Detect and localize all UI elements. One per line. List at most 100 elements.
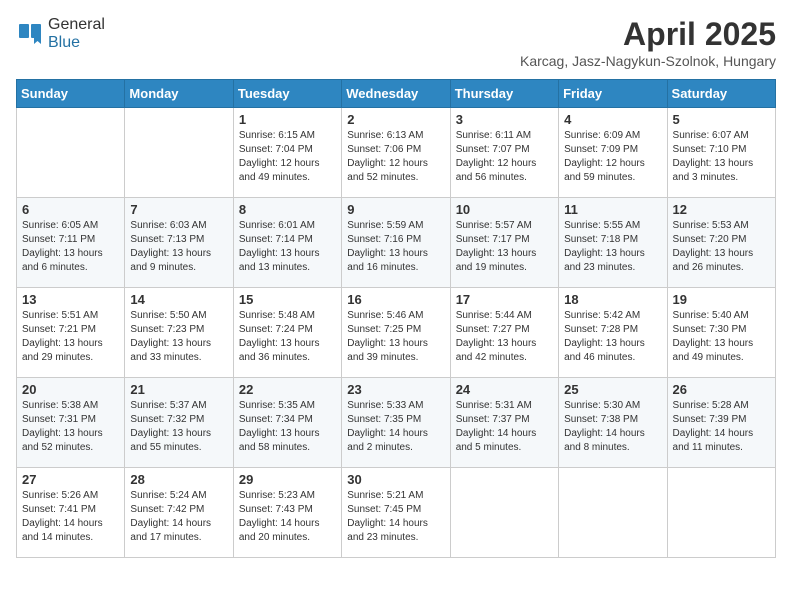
calendar-cell: 9 Sunrise: 5:59 AM Sunset: 7:16 PM Daylig…	[342, 198, 450, 288]
day-info: Sunrise: 6:03 AM Sunset: 7:13 PM Dayligh…	[130, 219, 227, 275]
day-info: Sunrise: 6:11 AM Sunset: 7:07 PM Dayligh…	[456, 129, 553, 185]
calendar-cell: 10 Sunrise: 5:57 AM Sunset: 7:17 PM Dayli…	[450, 198, 558, 288]
day-info: Sunrise: 5:46 AM Sunset: 7:25 PM Dayligh…	[347, 309, 444, 365]
day-info: Sunrise: 5:30 AM Sunset: 7:38 PM Dayligh…	[564, 399, 661, 455]
day-info: Sunrise: 5:42 AM Sunset: 7:28 PM Dayligh…	[564, 309, 661, 365]
calendar-cell: 15 Sunrise: 5:48 AM Sunset: 7:24 PM Dayli…	[233, 288, 341, 378]
calendar-week-row: 27Sunrise: 5:26 AM Sunset: 7:41 PM Dayli…	[17, 468, 776, 558]
day-number: 26	[673, 382, 770, 397]
calendar-week-row: 6 Sunrise: 6:05 AM Sunset: 7:11 PM Daylig…	[17, 198, 776, 288]
logo: General Blue	[16, 16, 105, 52]
day-info: Sunrise: 5:57 AM Sunset: 7:17 PM Dayligh…	[456, 219, 553, 275]
calendar-cell: 22 Sunrise: 5:35 AM Sunset: 7:34 PM Dayli…	[233, 378, 341, 468]
calendar-cell: 21 Sunrise: 5:37 AM Sunset: 7:32 PM Dayli…	[125, 378, 233, 468]
calendar-cell: 29 Sunrise: 5:23 AM Sunset: 7:43 PM Dayli…	[233, 468, 341, 558]
calendar-cell	[17, 108, 125, 198]
day-number: 21	[130, 382, 227, 397]
calendar-cell: 26 Sunrise: 5:28 AM Sunset: 7:39 PM Dayli…	[667, 378, 775, 468]
calendar-cell: 12 Sunrise: 5:53 AM Sunset: 7:20 PM Dayli…	[667, 198, 775, 288]
day-number: 25	[564, 382, 661, 397]
day-info: Sunrise: 5:28 AM Sunset: 7:39 PM Dayligh…	[673, 399, 770, 455]
calendar-cell	[450, 468, 558, 558]
calendar-cell: 14 Sunrise: 5:50 AM Sunset: 7:23 PM Dayli…	[125, 288, 233, 378]
day-info: Sunrise: 5:59 AM Sunset: 7:16 PM Dayligh…	[347, 219, 444, 275]
day-number: 15	[239, 292, 336, 307]
day-info: Sunrise: 6:15 AM Sunset: 7:04 PM Dayligh…	[239, 129, 336, 185]
day-info: Sunrise: 5:44 AM Sunset: 7:27 PM Dayligh…	[456, 309, 553, 365]
day-info: Sunrise: 6:09 AM Sunset: 7:09 PM Dayligh…	[564, 129, 661, 185]
calendar-cell: 3 Sunrise: 6:11 AM Sunset: 7:07 PM Daylig…	[450, 108, 558, 198]
day-info: Sunrise: 5:55 AM Sunset: 7:18 PM Dayligh…	[564, 219, 661, 275]
calendar-cell: 8 Sunrise: 6:01 AM Sunset: 7:14 PM Daylig…	[233, 198, 341, 288]
day-number: 5	[673, 112, 770, 127]
calendar-cell: 18 Sunrise: 5:42 AM Sunset: 7:28 PM Dayli…	[559, 288, 667, 378]
weekday-header-thursday: Thursday	[450, 80, 558, 108]
day-info: Sunrise: 6:13 AM Sunset: 7:06 PM Dayligh…	[347, 129, 444, 185]
day-number: 17	[456, 292, 553, 307]
day-number: 12	[673, 202, 770, 217]
calendar-cell: 13Sunrise: 5:51 AM Sunset: 7:21 PM Dayli…	[17, 288, 125, 378]
calendar-cell: 7 Sunrise: 6:03 AM Sunset: 7:13 PM Daylig…	[125, 198, 233, 288]
day-info: Sunrise: 5:51 AM Sunset: 7:21 PM Dayligh…	[22, 309, 119, 365]
location: Karcag, Jasz-Nagykun-Szolnok, Hungary	[520, 53, 776, 69]
day-info: Sunrise: 5:38 AM Sunset: 7:31 PM Dayligh…	[22, 399, 119, 455]
day-number: 29	[239, 472, 336, 487]
weekday-header-wednesday: Wednesday	[342, 80, 450, 108]
day-number: 18	[564, 292, 661, 307]
calendar-cell: 5Sunrise: 6:07 AM Sunset: 7:10 PM Daylig…	[667, 108, 775, 198]
day-number: 24	[456, 382, 553, 397]
day-number: 20	[22, 382, 119, 397]
day-number: 16	[347, 292, 444, 307]
day-number: 11	[564, 202, 661, 217]
month-title: April 2025	[520, 16, 776, 53]
day-number: 10	[456, 202, 553, 217]
calendar-cell	[667, 468, 775, 558]
calendar-cell: 28Sunrise: 5:24 AM Sunset: 7:42 PM Dayli…	[125, 468, 233, 558]
day-number: 8	[239, 202, 336, 217]
day-info: Sunrise: 5:26 AM Sunset: 7:41 PM Dayligh…	[22, 489, 119, 545]
calendar-cell	[125, 108, 233, 198]
calendar-week-row: 20 Sunrise: 5:38 AM Sunset: 7:31 PM Dayli…	[17, 378, 776, 468]
day-info: Sunrise: 6:01 AM Sunset: 7:14 PM Dayligh…	[239, 219, 336, 275]
day-number: 19	[673, 292, 770, 307]
calendar-cell: 23Sunrise: 5:33 AM Sunset: 7:35 PM Dayli…	[342, 378, 450, 468]
day-info: Sunrise: 5:23 AM Sunset: 7:43 PM Dayligh…	[239, 489, 336, 545]
day-info: Sunrise: 5:53 AM Sunset: 7:20 PM Dayligh…	[673, 219, 770, 275]
day-number: 3	[456, 112, 553, 127]
calendar-week-row: 13Sunrise: 5:51 AM Sunset: 7:21 PM Dayli…	[17, 288, 776, 378]
day-info: Sunrise: 5:21 AM Sunset: 7:45 PM Dayligh…	[347, 489, 444, 545]
day-number: 22	[239, 382, 336, 397]
day-number: 4	[564, 112, 661, 127]
calendar-cell: 16 Sunrise: 5:46 AM Sunset: 7:25 PM Dayli…	[342, 288, 450, 378]
day-info: Sunrise: 5:35 AM Sunset: 7:34 PM Dayligh…	[239, 399, 336, 455]
day-number: 1	[239, 112, 336, 127]
calendar-week-row: 1 Sunrise: 6:15 AM Sunset: 7:04 PM Daylig…	[17, 108, 776, 198]
day-number: 14	[130, 292, 227, 307]
logo-icon	[16, 20, 44, 48]
calendar-cell	[559, 468, 667, 558]
day-number: 2	[347, 112, 444, 127]
calendar-cell: 19 Sunrise: 5:40 AM Sunset: 7:30 PM Dayli…	[667, 288, 775, 378]
calendar-cell: 27Sunrise: 5:26 AM Sunset: 7:41 PM Dayli…	[17, 468, 125, 558]
calendar-cell: 30 Sunrise: 5:21 AM Sunset: 7:45 PM Dayli…	[342, 468, 450, 558]
day-number: 7	[130, 202, 227, 217]
day-info: Sunrise: 6:05 AM Sunset: 7:11 PM Dayligh…	[22, 219, 119, 275]
logo-blue: Blue	[48, 34, 105, 52]
weekday-header-row: SundayMondayTuesdayWednesdayThursdayFrid…	[17, 80, 776, 108]
day-info: Sunrise: 5:50 AM Sunset: 7:23 PM Dayligh…	[130, 309, 227, 365]
calendar-cell: 4 Sunrise: 6:09 AM Sunset: 7:09 PM Daylig…	[559, 108, 667, 198]
calendar-cell: 17 Sunrise: 5:44 AM Sunset: 7:27 PM Dayli…	[450, 288, 558, 378]
day-number: 6	[22, 202, 119, 217]
day-number: 30	[347, 472, 444, 487]
day-info: Sunrise: 5:24 AM Sunset: 7:42 PM Dayligh…	[130, 489, 227, 545]
calendar-cell: 25 Sunrise: 5:30 AM Sunset: 7:38 PM Dayli…	[559, 378, 667, 468]
day-info: Sunrise: 5:48 AM Sunset: 7:24 PM Dayligh…	[239, 309, 336, 365]
day-info: Sunrise: 5:40 AM Sunset: 7:30 PM Dayligh…	[673, 309, 770, 365]
weekday-header-monday: Monday	[125, 80, 233, 108]
calendar-table: SundayMondayTuesdayWednesdayThursdayFrid…	[16, 79, 776, 558]
day-number: 23	[347, 382, 444, 397]
day-info: Sunrise: 5:37 AM Sunset: 7:32 PM Dayligh…	[130, 399, 227, 455]
day-number: 9	[347, 202, 444, 217]
title-block: April 2025 Karcag, Jasz-Nagykun-Szolnok,…	[520, 16, 776, 69]
weekday-header-saturday: Saturday	[667, 80, 775, 108]
